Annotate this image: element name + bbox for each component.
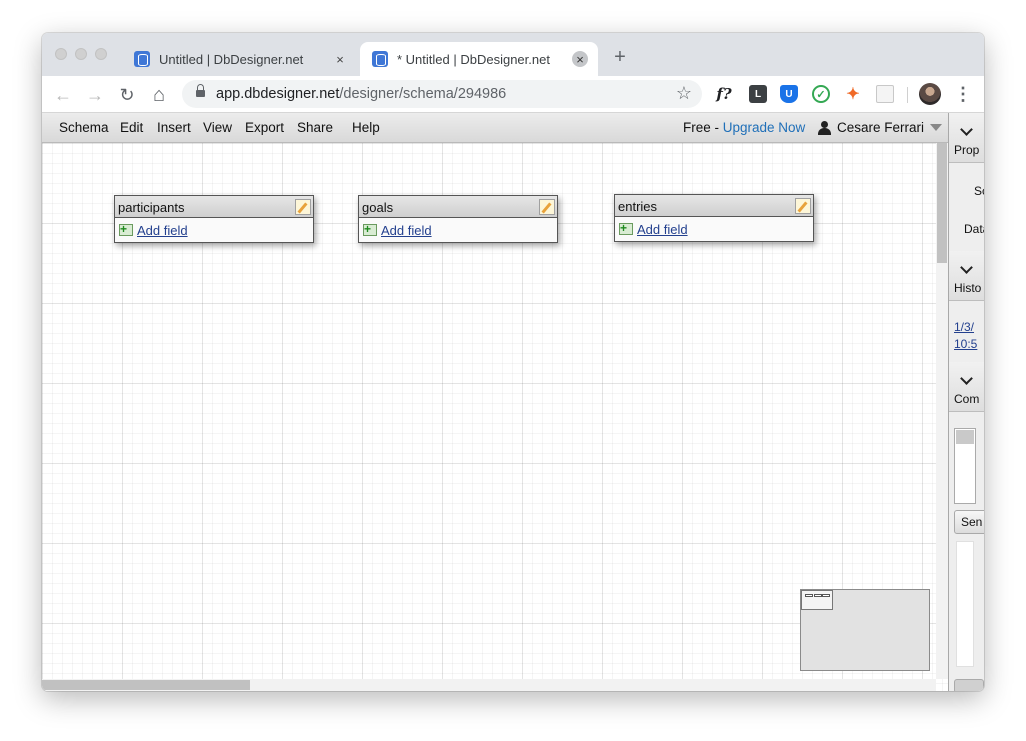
user-menu[interactable]: Cesare Ferrari — [817, 120, 943, 135]
menu-share[interactable]: Share — [297, 120, 333, 135]
table-participants[interactable]: participants Add field — [114, 195, 314, 243]
close-window-button[interactable] — [55, 48, 67, 60]
add-field-link[interactable]: Add field — [381, 223, 432, 238]
plan-label: Free - — [683, 120, 723, 135]
function-extension-icon[interactable]: f? — [715, 85, 733, 103]
horizontal-scrollbar[interactable] — [42, 679, 936, 691]
table-header[interactable]: goals — [359, 196, 557, 218]
table-entries[interactable]: entries Add field — [614, 194, 814, 242]
browser-toolbar: ← → ↻ ⌂ app.dbdesigner.net/designer/sche… — [42, 76, 984, 113]
tab-untitled-2[interactable]: * Untitled | DbDesigner.net × — [360, 42, 598, 76]
table-header[interactable]: entries — [615, 195, 813, 217]
new-tab-icon[interactable]: + — [610, 47, 630, 67]
user-icon — [817, 120, 831, 135]
menu-insert[interactable]: Insert — [157, 120, 191, 135]
chevron-down-icon — [960, 261, 973, 274]
plan-indicator: Free - Upgrade Now — [683, 120, 805, 135]
minimap-table — [814, 594, 822, 597]
shield-extension-icon[interactable]: U — [780, 85, 798, 103]
comments-title: Com — [954, 392, 980, 406]
bird-extension-icon[interactable]: ✦ — [844, 85, 862, 103]
forward-arrow-icon[interactable]: → — [84, 84, 106, 106]
menu-view[interactable]: View — [203, 120, 232, 135]
add-field-icon[interactable] — [119, 222, 133, 236]
bookmark-star-icon[interactable]: ☆ — [676, 83, 692, 104]
vertical-scroll-thumb[interactable] — [937, 143, 947, 263]
properties-panel-header[interactable]: Prop — [949, 113, 984, 163]
add-field-icon[interactable] — [363, 222, 377, 236]
url-path: /designer/schema/294986 — [339, 86, 507, 102]
browser-menu-icon[interactable]: ⋮ — [954, 82, 972, 106]
grid-extension-icon[interactable] — [876, 85, 894, 103]
add-field-link[interactable]: Add field — [637, 222, 688, 237]
dbdesigner-favicon-icon — [134, 51, 150, 67]
user-name: Cesare Ferrari — [837, 120, 925, 135]
lock-icon[interactable] — [196, 84, 205, 98]
table-body: Add field — [615, 217, 813, 241]
browser-window: Untitled | DbDesigner.net × * Untitled |… — [42, 33, 984, 691]
chevron-down-icon — [960, 123, 973, 136]
table-body: Add field — [359, 218, 557, 242]
app-menubar: Schema Edit Insert View Export Share Hel… — [42, 113, 948, 143]
edit-table-icon[interactable] — [539, 199, 555, 215]
url-text: app.dbdesigner.net/designer/schema/29498… — [216, 86, 506, 102]
profile-avatar[interactable] — [919, 83, 941, 105]
horizontal-scroll-thumb[interactable] — [42, 680, 250, 690]
comment-input[interactable] — [954, 428, 976, 504]
menu-edit[interactable]: Edit — [120, 120, 143, 135]
table-goals[interactable]: goals Add field — [358, 195, 558, 243]
caret-down-icon — [930, 124, 943, 131]
minimap-viewport[interactable] — [801, 590, 833, 610]
url-host: app.dbdesigner.net — [216, 86, 340, 102]
comments-panel-header[interactable]: Com — [949, 362, 984, 412]
table-header[interactable]: participants — [115, 196, 313, 218]
comment-scroll-thumb[interactable] — [956, 430, 974, 444]
add-field-link[interactable]: Add field — [137, 223, 188, 238]
dbdesigner-favicon-icon — [372, 51, 388, 67]
history-panel-header[interactable]: Histo — [949, 251, 984, 301]
minimap-table — [822, 594, 830, 597]
side-panel: Prop Sc Data Histo 1/3/ 10:5 Com Sen — [948, 113, 984, 691]
check-extension-icon[interactable]: ✓ — [812, 85, 830, 103]
comments-list — [956, 541, 974, 667]
tab-strip: Untitled | DbDesigner.net × * Untitled |… — [42, 33, 984, 76]
properties-title: Prop — [954, 143, 980, 157]
minimap-table — [805, 594, 813, 597]
database-label: Data — [964, 222, 984, 236]
toolbar-divider — [907, 87, 908, 103]
menu-help[interactable]: Help — [352, 120, 380, 135]
tab-title: * Untitled | DbDesigner.net — [397, 51, 550, 67]
back-arrow-icon[interactable]: ← — [52, 84, 74, 106]
lastpass-extension-icon[interactable]: L — [749, 85, 767, 103]
history-entry-link[interactable]: 1/3/ — [954, 320, 974, 334]
reload-icon[interactable]: ↻ — [116, 84, 138, 106]
schema-canvas[interactable]: participants Add field goals Add field e… — [42, 143, 948, 691]
history-entry-link-time[interactable]: 10:5 — [954, 337, 977, 351]
minimap[interactable] — [800, 589, 930, 671]
panel-bottom-button[interactable] — [954, 679, 984, 691]
schema-label: Sc — [974, 184, 984, 198]
tab-title: Untitled | DbDesigner.net — [159, 51, 304, 67]
tab-close-icon[interactable]: × — [332, 51, 348, 67]
table-body: Add field — [115, 218, 313, 242]
chevron-down-icon — [960, 372, 973, 385]
address-bar[interactable]: app.dbdesigner.net/designer/schema/29498… — [182, 80, 702, 108]
vertical-scrollbar[interactable] — [936, 143, 948, 679]
tab-close-icon[interactable]: × — [572, 51, 588, 67]
table-name: entries — [618, 199, 658, 214]
edit-table-icon[interactable] — [295, 199, 311, 215]
minimize-window-button[interactable] — [75, 48, 87, 60]
history-title: Histo — [954, 281, 982, 295]
menu-export[interactable]: Export — [245, 120, 284, 135]
add-field-icon[interactable] — [619, 221, 633, 235]
zoom-window-button[interactable] — [95, 48, 107, 60]
menu-schema[interactable]: Schema — [59, 120, 109, 135]
table-name: goals — [362, 200, 394, 215]
edit-table-icon[interactable] — [795, 198, 811, 214]
send-comment-button[interactable]: Sen — [954, 510, 984, 534]
home-icon[interactable]: ⌂ — [148, 84, 170, 106]
tab-untitled-1[interactable]: Untitled | DbDesigner.net × — [122, 42, 358, 76]
upgrade-now-link[interactable]: Upgrade Now — [723, 120, 806, 135]
table-name: participants — [118, 200, 185, 215]
